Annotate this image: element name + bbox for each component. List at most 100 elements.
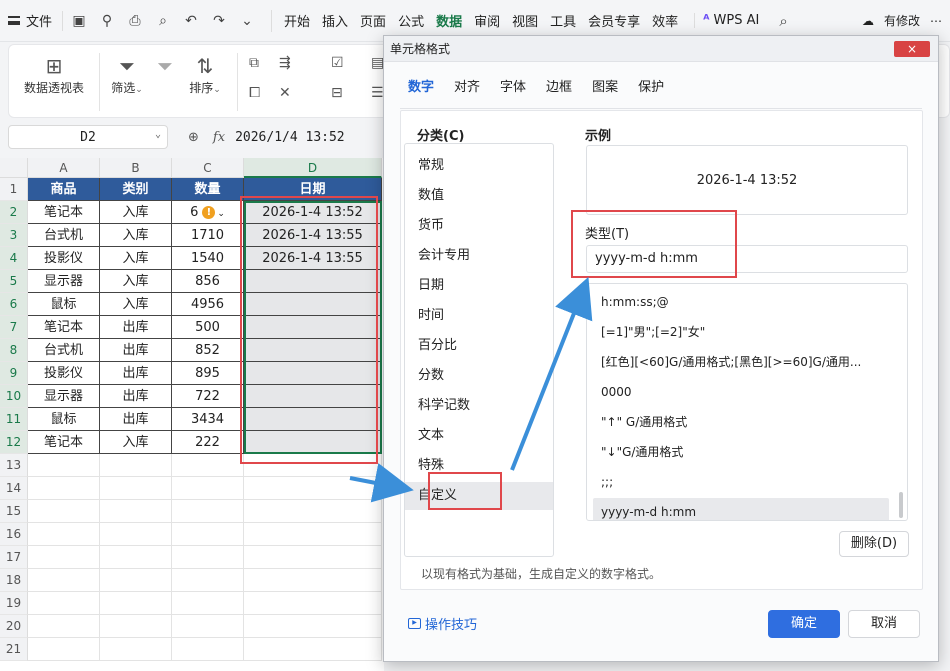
table-header-cell[interactable]: 类别 <box>100 178 172 201</box>
category-item[interactable]: 文本 <box>405 422 553 450</box>
table-cell[interactable]: 投影仪 <box>28 247 100 270</box>
empty-cell[interactable] <box>244 615 382 638</box>
row-header[interactable]: 11 <box>0 408 28 431</box>
group-icon[interactable]: ⊟ <box>331 85 343 101</box>
tab-7[interactable]: 工具 <box>544 11 582 30</box>
category-item[interactable]: 数值 <box>405 182 553 210</box>
print-icon[interactable]: ⎙ <box>127 13 143 29</box>
format-painter-icon[interactable]: ⚲ <box>99 13 115 29</box>
table-header-cell[interactable]: 商品 <box>28 178 100 201</box>
tab-5[interactable]: 审阅 <box>468 11 506 30</box>
empty-cell[interactable] <box>244 500 382 523</box>
row-header[interactable]: 15 <box>0 500 28 523</box>
category-item[interactable]: 会计专用 <box>405 242 553 270</box>
tab-6[interactable]: 视图 <box>506 11 544 30</box>
empty-cell[interactable] <box>244 592 382 615</box>
select-all-corner[interactable] <box>0 158 28 178</box>
name-box[interactable]: D2 ⌄ <box>8 125 168 149</box>
category-item[interactable]: 时间 <box>405 302 553 330</box>
empty-cell[interactable] <box>244 569 382 592</box>
category-item[interactable]: 货币 <box>405 212 553 240</box>
chevron-down-icon[interactable]: ⌄ <box>239 13 255 29</box>
empty-cell[interactable] <box>244 477 382 500</box>
row-header[interactable]: 6 <box>0 293 28 316</box>
empty-cell[interactable] <box>172 546 244 569</box>
table-cell[interactable]: 出库 <box>100 362 172 385</box>
table-cell[interactable]: 笔记本 <box>28 431 100 454</box>
file-menu[interactable]: 文件 <box>0 11 62 30</box>
empty-cell[interactable] <box>28 615 100 638</box>
ok-button[interactable]: 确定 <box>768 610 840 638</box>
table-cell[interactable]: 722 <box>172 385 244 408</box>
table-cell[interactable]: 895 <box>172 362 244 385</box>
row-header[interactable]: 19 <box>0 592 28 615</box>
scrollbar-thumb[interactable] <box>899 492 903 518</box>
more-icon[interactable]: ⋯ <box>930 14 942 28</box>
table-cell[interactable]: 笔记本 <box>28 316 100 339</box>
empty-cell[interactable] <box>28 569 100 592</box>
table-cell[interactable]: 222 <box>172 431 244 454</box>
format-item[interactable]: [红色][<60]G/通用格式;[黑色][>=60]G/通用... <box>593 348 889 376</box>
modified-status[interactable]: ☁ 有修改 ⋯ <box>862 12 942 29</box>
delete-button[interactable]: 删除(D) <box>839 531 909 557</box>
category-item[interactable]: 百分比 <box>405 332 553 360</box>
table-cell[interactable]: 显示器 <box>28 385 100 408</box>
save-icon[interactable]: ▣ <box>71 13 87 29</box>
row-header[interactable]: 14 <box>0 477 28 500</box>
clear-filter-button[interactable]: ⏷ <box>155 53 175 79</box>
empty-cell[interactable] <box>172 569 244 592</box>
cancel-button[interactable]: 取消 <box>848 610 920 638</box>
table-cell[interactable]: 入库 <box>100 201 172 224</box>
row-header[interactable]: 16 <box>0 523 28 546</box>
empty-cell[interactable] <box>172 638 244 661</box>
empty-cell[interactable] <box>28 592 100 615</box>
table-cell[interactable]: 1710 <box>172 224 244 247</box>
table-cell[interactable]: 显示器 <box>28 270 100 293</box>
empty-cell[interactable] <box>172 500 244 523</box>
empty-cell[interactable] <box>100 615 172 638</box>
empty-cell[interactable] <box>28 477 100 500</box>
chevron-down-icon[interactable]: ⌄ <box>217 209 225 219</box>
tab-4[interactable]: 数据 <box>430 11 468 40</box>
redo-icon[interactable]: ↷ <box>211 13 227 29</box>
tips-link[interactable]: ▶ 操作技巧 <box>408 614 477 633</box>
row-header[interactable]: 8 <box>0 339 28 362</box>
format-item[interactable]: h:mm:ss;@ <box>593 288 889 316</box>
insert-function-icon[interactable]: fx <box>213 130 225 145</box>
table-cell[interactable]: 台式机 <box>28 224 100 247</box>
tab-9[interactable]: 效率 <box>646 11 684 30</box>
filter-button[interactable]: ⏷ 筛选⌄ <box>107 53 147 96</box>
table-cell[interactable]: 投影仪 <box>28 362 100 385</box>
table-cell[interactable]: 台式机 <box>28 339 100 362</box>
table-cell[interactable]: 1540 <box>172 247 244 270</box>
table-cell[interactable]: 入库 <box>100 247 172 270</box>
row-header[interactable]: 5 <box>0 270 28 293</box>
tab-2[interactable]: 页面 <box>354 11 392 30</box>
format-item[interactable]: 0000 <box>593 378 889 406</box>
row-header[interactable]: 4 <box>0 247 28 270</box>
table-cell[interactable]: 出库 <box>100 408 172 431</box>
empty-cell[interactable] <box>172 592 244 615</box>
dialog-tab-5[interactable]: 保护 <box>638 76 664 108</box>
close-button[interactable]: × <box>894 41 930 57</box>
duplicate-icon[interactable]: ⧉ <box>249 55 259 71</box>
row-header[interactable]: 3 <box>0 224 28 247</box>
outline-icon[interactable]: ☰ <box>371 85 384 101</box>
empty-cell[interactable] <box>172 615 244 638</box>
dialog-titlebar[interactable]: 单元格格式 × <box>384 36 938 62</box>
empty-cell[interactable] <box>28 546 100 569</box>
empty-cell[interactable] <box>100 477 172 500</box>
format-item[interactable]: [=1]"男";[=2]"女" <box>593 318 889 346</box>
category-list[interactable]: 常规 数值 货币 会计专用 日期 时间 百分比 分数 科学记数 文本 特殊 自定义 <box>404 143 554 557</box>
category-item[interactable]: 分数 <box>405 362 553 390</box>
empty-cell[interactable] <box>172 477 244 500</box>
dialog-tab-4[interactable]: 图案 <box>592 76 618 108</box>
remove-duplicates-icon[interactable]: ✕ <box>279 85 291 101</box>
empty-cell[interactable] <box>28 500 100 523</box>
row-header[interactable]: 18 <box>0 569 28 592</box>
empty-cell[interactable] <box>100 569 172 592</box>
empty-cell[interactable] <box>244 546 382 569</box>
dialog-tab-0[interactable]: 数字 <box>408 76 435 116</box>
formula-input[interactable]: 2026/1/4 13:52 <box>235 130 345 145</box>
empty-cell[interactable] <box>100 500 172 523</box>
